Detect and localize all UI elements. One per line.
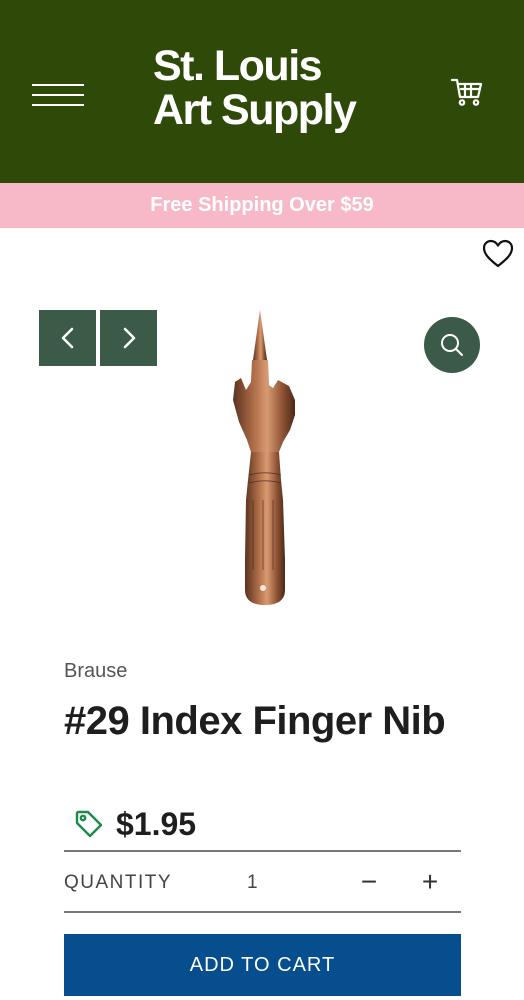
heart-icon xyxy=(482,239,514,268)
quantity-label: QUANTITY xyxy=(64,872,173,893)
promo-text: Free Shipping Over $59 xyxy=(150,194,374,216)
logo-line-2: Art Supply xyxy=(153,86,357,134)
hamburger-icon-line xyxy=(32,104,84,106)
hamburger-icon-line xyxy=(32,94,84,96)
wishlist-button[interactable] xyxy=(481,238,515,270)
hamburger-icon-line xyxy=(32,84,84,86)
quantity-decrease-button[interactable]: − xyxy=(354,865,384,899)
logo-line-1: St. Louis xyxy=(153,42,323,90)
previous-image-button[interactable] xyxy=(39,310,96,366)
add-to-cart-button[interactable]: ADD TO CART xyxy=(64,934,461,996)
product-title: #29 Index Finger Nib xyxy=(64,699,446,743)
price-row: $1.95 xyxy=(74,806,196,842)
cart-button[interactable] xyxy=(450,74,484,108)
chevron-left-icon xyxy=(61,327,73,349)
product-brand[interactable]: Brause xyxy=(64,660,127,683)
price-tag-icon xyxy=(75,810,103,838)
quantity-selector: QUANTITY 1 − + xyxy=(64,850,461,913)
search-icon xyxy=(441,334,463,356)
quantity-input[interactable]: 1 xyxy=(247,872,258,894)
product-image[interactable] xyxy=(215,300,315,612)
zoom-button[interactable] xyxy=(424,317,480,373)
cart-icon xyxy=(450,78,483,106)
menu-button[interactable] xyxy=(32,82,84,108)
promo-banner: Free Shipping Over $59 xyxy=(0,183,524,228)
chevron-right-icon xyxy=(123,327,135,349)
site-logo[interactable]: St. Louis Art Supply xyxy=(153,44,393,132)
next-image-button[interactable] xyxy=(100,310,157,366)
product-price: $1.95 xyxy=(116,805,197,842)
quantity-increase-button[interactable]: + xyxy=(415,865,445,899)
site-header: St. Louis Art Supply xyxy=(0,0,524,183)
